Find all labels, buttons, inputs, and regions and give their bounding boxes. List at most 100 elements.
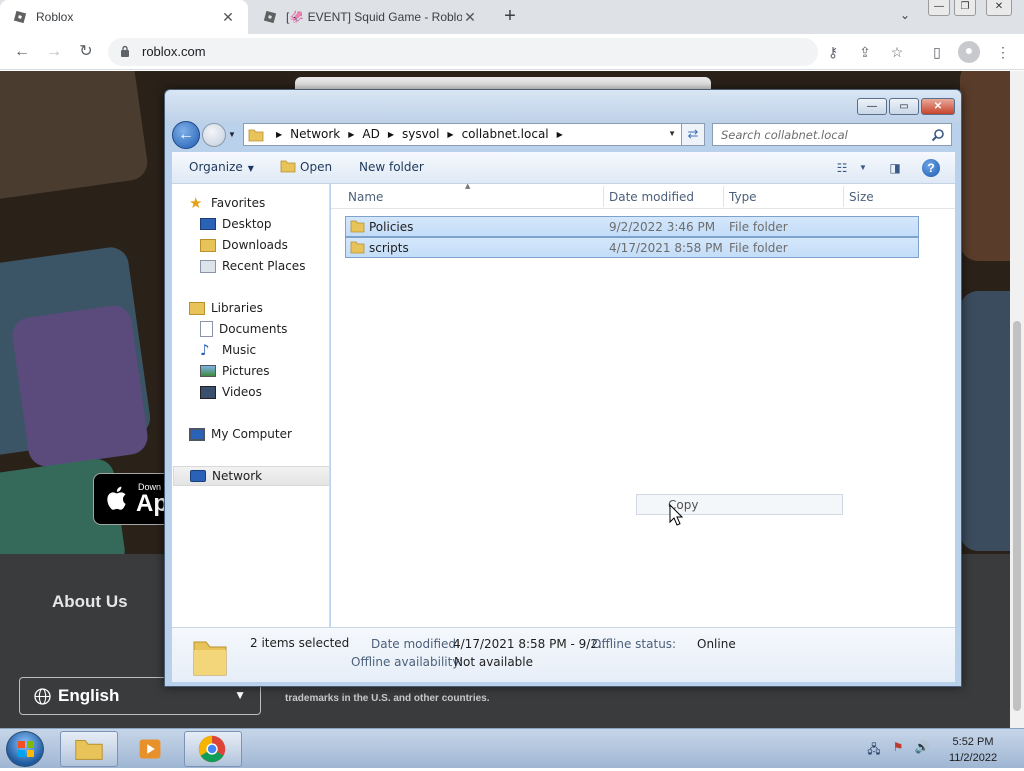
- explorer-close-button[interactable]: ✕: [921, 98, 955, 115]
- file-name: scripts: [369, 241, 409, 255]
- folder-icon: [248, 129, 264, 142]
- menu-kebab-icon[interactable]: ⋮: [994, 43, 1012, 61]
- folder-icon: [75, 740, 103, 760]
- close-window-button[interactable]: ✕: [986, 0, 1012, 16]
- breadcrumb-ad[interactable]: AD: [362, 127, 379, 141]
- change-view-icon[interactable]: ☷: [831, 158, 853, 178]
- sort-indicator-icon: ▲: [465, 182, 471, 190]
- address-dropdown-icon[interactable]: ▼: [668, 129, 676, 138]
- explorer-back-button[interactable]: ←: [172, 121, 200, 149]
- tab-roblox[interactable]: Roblox ✕: [0, 0, 248, 34]
- address-bar[interactable]: roblox.com: [108, 38, 818, 66]
- clock-time: 5:52 PM: [952, 736, 994, 748]
- breadcrumb: ▶ Network ▶ AD ▶ sysvol ▶ collabnet.loca…: [268, 127, 571, 141]
- column-header-name[interactable]: Name: [348, 190, 383, 204]
- open-button[interactable]: Open: [280, 160, 332, 174]
- file-row-policies[interactable]: Policies 9/2/2022 3:46 PM File folder: [345, 216, 919, 237]
- roblox-favicon-icon: [13, 10, 27, 24]
- chevron-down-icon: ▼: [247, 164, 254, 173]
- key-icon[interactable]: ⚷: [824, 43, 842, 61]
- back-arrow-icon[interactable]: ←: [12, 42, 32, 62]
- search-icon: [931, 129, 944, 142]
- new-folder-button[interactable]: New folder: [359, 160, 424, 174]
- network-tray-icon[interactable]: 🖧: [866, 740, 882, 756]
- tab-close-icon[interactable]: ✕: [462, 9, 478, 26]
- tab-squid-game[interactable]: [🦑 EVENT] Squid Game - Roblox ✕: [250, 0, 490, 34]
- start-button[interactable]: [6, 731, 44, 767]
- file-row-scripts[interactable]: scripts 4/17/2021 8:58 PM File folder: [345, 237, 919, 258]
- column-header-date-modified[interactable]: Date modified: [609, 190, 694, 204]
- bookmark-star-icon[interactable]: ☆: [888, 43, 906, 61]
- windows-logo-icon: [18, 741, 34, 757]
- nav-label: Desktop: [222, 217, 272, 231]
- profile-avatar-icon[interactable]: ●: [958, 41, 980, 63]
- new-tab-button[interactable]: +: [500, 6, 520, 26]
- help-icon[interactable]: ?: [922, 159, 940, 177]
- explorer-maximize-button[interactable]: ▭: [889, 98, 919, 115]
- tab-search-chevron-icon[interactable]: ⌄: [896, 8, 914, 26]
- restore-window-button[interactable]: ❐: [954, 0, 976, 16]
- recent-pages-dropdown-icon[interactable]: ▼: [228, 130, 236, 139]
- navigation-pane: ★ Favorites Desktop Downloads Recent Plac…: [172, 184, 330, 627]
- action-center-flag-icon[interactable]: ⚑: [890, 740, 906, 756]
- preview-pane-icon[interactable]: ◨: [884, 158, 906, 178]
- breadcrumb-separator-icon[interactable]: ▶: [388, 130, 394, 139]
- search-placeholder: Search collabnet.local: [721, 128, 848, 142]
- mouse-pointer-icon: [669, 504, 683, 526]
- videos-icon: [200, 385, 216, 399]
- breadcrumb-separator-icon[interactable]: ▶: [276, 130, 282, 139]
- libraries-icon: [189, 301, 205, 315]
- tab-close-icon[interactable]: ✕: [220, 9, 236, 26]
- breadcrumb-sysvol[interactable]: sysvol: [402, 127, 439, 141]
- breadcrumb-collabnet[interactable]: collabnet.local: [462, 127, 549, 141]
- nav-item-favorites[interactable]: ★ Favorites: [189, 193, 346, 213]
- page-scrollbar[interactable]: [1010, 71, 1024, 728]
- side-panel-icon[interactable]: ▯: [928, 43, 946, 61]
- column-header-type[interactable]: Type: [729, 190, 757, 204]
- about-us-link[interactable]: About Us: [52, 592, 128, 612]
- explorer-title-bar[interactable]: [165, 90, 961, 124]
- breadcrumb-separator-icon[interactable]: ▶: [557, 130, 563, 139]
- file-list-pane[interactable]: ▲ Name Date modified Type Size Policies …: [331, 182, 955, 627]
- date-modified-value: 4/17/2021 8:58 PM - 9/2...: [453, 637, 610, 651]
- tab-strip: Roblox ✕ [🦑 EVENT] Squid Game - Roblox ✕…: [0, 0, 1024, 34]
- taskbar-clock[interactable]: 5:52 PM 11/2/2022: [940, 734, 1006, 766]
- taskbar-media-player-button[interactable]: [122, 731, 180, 767]
- network-icon: [190, 470, 206, 482]
- details-pane: 2 items selected Date modified: 4/17/202…: [172, 627, 955, 682]
- chrome-icon: [198, 735, 226, 763]
- refresh-button[interactable]: ⇄: [681, 123, 705, 146]
- minimize-window-button[interactable]: —: [928, 0, 950, 16]
- explorer-minimize-button[interactable]: —: [857, 98, 887, 115]
- breadcrumb-separator-icon[interactable]: ▶: [447, 130, 453, 139]
- organize-button[interactable]: Organize ▼: [189, 160, 254, 174]
- view-options-dropdown-icon[interactable]: ▼: [852, 158, 874, 178]
- downloads-folder-icon: [200, 238, 216, 252]
- nav-item-my-computer[interactable]: My Computer: [189, 424, 346, 444]
- nav-label: Libraries: [211, 301, 263, 315]
- lock-icon: [121, 45, 129, 57]
- explorer-address-bar[interactable]: ▶ Network ▶ AD ▶ sysvol ▶ collabnet.loca…: [243, 123, 705, 146]
- nav-item-network[interactable]: Network: [173, 466, 330, 486]
- taskbar-chrome-button[interactable]: [184, 731, 242, 767]
- date-modified-label: Date modified:: [371, 637, 461, 651]
- column-header-size[interactable]: Size: [849, 190, 874, 204]
- reload-icon[interactable]: ↻: [76, 42, 96, 62]
- breadcrumb-separator-icon[interactable]: ▶: [348, 130, 354, 139]
- explorer-search-input[interactable]: Search collabnet.local: [712, 123, 952, 146]
- offline-status-label: Offline status:: [592, 637, 677, 651]
- breadcrumb-network[interactable]: Network: [290, 127, 340, 141]
- trademark-text: trademarks in the U.S. and other countri…: [285, 693, 490, 704]
- nav-item-libraries[interactable]: Libraries: [189, 298, 346, 318]
- volume-icon[interactable]: 🔊: [914, 740, 930, 756]
- forward-arrow-icon[interactable]: →: [44, 42, 64, 62]
- column-header-row: ▲ Name Date modified Type Size: [331, 182, 955, 209]
- explorer-forward-button[interactable]: [202, 123, 226, 147]
- star-icon: ★: [189, 194, 203, 212]
- share-icon[interactable]: ⇪: [856, 43, 874, 61]
- app-store-badge[interactable]: Down Ap: [93, 473, 173, 525]
- url-text: roblox.com: [142, 44, 206, 59]
- taskbar-explorer-button[interactable]: [60, 731, 118, 767]
- scrollbar-thumb[interactable]: [1013, 321, 1021, 711]
- nav-label: Recent Places: [222, 259, 306, 273]
